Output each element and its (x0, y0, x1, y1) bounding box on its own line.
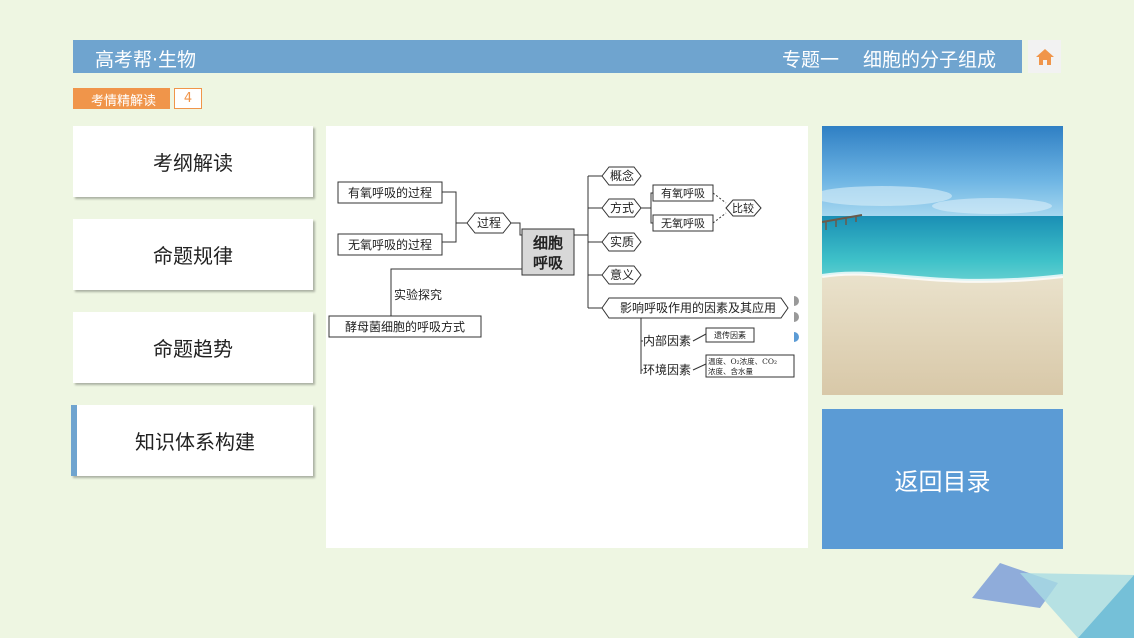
page-dot-2 (794, 312, 799, 322)
mindmap-node: 无氧呼吸的过程 (348, 237, 432, 252)
section-tag-label: 考情精解读 (73, 88, 171, 109)
mindmap-node: 有氧呼吸 (661, 186, 705, 200)
mindmap-node: 概念 (610, 168, 634, 183)
mindmap-node: 实质 (610, 234, 634, 249)
nav-label: 考纲解读 (153, 151, 233, 175)
topic-name: 细胞的分子组成 (862, 49, 996, 71)
topic-prefix: 专题一 (781, 49, 839, 71)
mindmap-node: 比较 (732, 201, 754, 215)
section-tag: 考情精解读 4 (73, 88, 203, 109)
nav-label: 知识体系构建 (135, 430, 255, 454)
topic-title: 专题一 细胞的分子组成 (782, 45, 996, 72)
mindmap-node: 过程 (477, 215, 501, 230)
nav-item-knowledge[interactable]: 知识体系构建 (71, 405, 313, 476)
mindmap-node: 浓度、含水量 (708, 366, 753, 376)
beach-photo (822, 126, 1063, 395)
mindmap-node: 温度、O₂浓度、CO₂ (708, 356, 777, 366)
section-tag-page: 4 (174, 88, 203, 109)
nav-item-trends[interactable]: 命题趋势 (73, 312, 313, 383)
nav-item-rules[interactable]: 命题规律 (73, 219, 313, 290)
page-dot-3 (794, 332, 799, 342)
mindmap-node: 影响呼吸作用的因素及其应用 (620, 300, 776, 315)
back-to-contents-button[interactable]: 返回目录 (822, 409, 1063, 549)
brand-title: 高考帮·生物 (95, 49, 197, 71)
mindmap-node: 遗传因素 (714, 330, 746, 340)
nav-label: 命题规律 (153, 244, 233, 268)
mindmap-node: 酵母菌细胞的呼吸方式 (345, 319, 465, 334)
mindmap-node: 内部因素 (643, 333, 691, 348)
page-dot-1 (794, 296, 799, 306)
mindmap-node: 环境因素 (643, 362, 691, 377)
home-icon (1035, 48, 1054, 65)
mindmap-node: 有氧呼吸的过程 (348, 185, 432, 200)
mindmap-node: 无氧呼吸 (661, 216, 705, 230)
mindmap-node: 意义 (610, 267, 634, 282)
home-button[interactable] (1022, 40, 1061, 73)
nav-label: 命题趋势 (153, 337, 233, 361)
mindmap-center-line1: 细胞 (533, 234, 563, 252)
mindmap-panel: 有氧呼吸的过程 无氧呼吸的过程 过程 细胞 呼吸 实验探究 酵母菌细胞的呼吸方式… (326, 126, 808, 548)
mindmap-node: 实验探究 (394, 287, 442, 302)
header-bar: 高考帮·生物 专题一 细胞的分子组成 (73, 40, 1061, 73)
mindmap-diagram: 有氧呼吸的过程 无氧呼吸的过程 过程 细胞 呼吸 实验探究 酵母菌细胞的呼吸方式… (328, 166, 799, 378)
decorative-shapes (972, 563, 1134, 638)
nav-item-outline[interactable]: 考纲解读 (73, 126, 313, 197)
back-to-contents-label: 返回目录 (894, 467, 991, 496)
mindmap-node: 方式 (610, 200, 634, 215)
mindmap-center-line2: 呼吸 (533, 254, 564, 272)
